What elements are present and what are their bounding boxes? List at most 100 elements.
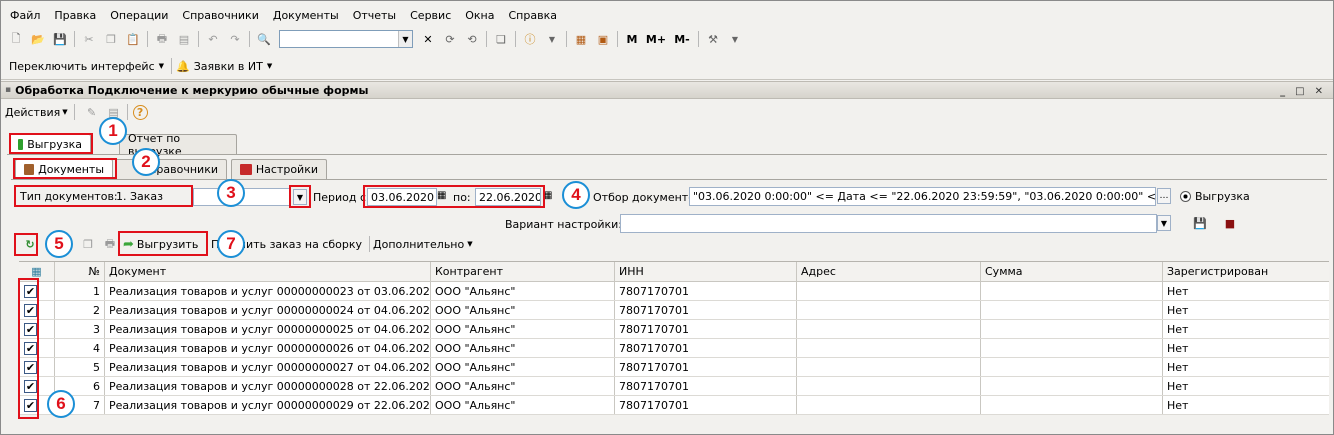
delete-settings-icon[interactable]: ■ (1222, 215, 1238, 231)
cell-contractor: ООО "Альянс" (431, 396, 615, 414)
table-row[interactable]: ✔ 6 Реализация товаров и услуг 00000000028… (19, 377, 1329, 396)
edit-icon[interactable]: ✎ (84, 104, 100, 120)
memory-plus-button[interactable]: M+ (646, 31, 666, 47)
tab-settings[interactable]: Настройки (231, 159, 327, 179)
it-requests-button[interactable]: Заявки в ИТ (194, 60, 263, 73)
save-icon[interactable]: 💾 (52, 31, 68, 47)
menu-catalogs[interactable]: Справочники (175, 9, 265, 22)
memory-m-button[interactable]: M (624, 31, 640, 47)
col-header-address[interactable]: Адрес (797, 262, 981, 281)
col-header-registered[interactable]: Зарегистрирован (1163, 262, 1329, 281)
cell-sum (981, 358, 1163, 376)
toolbar-separator (486, 31, 487, 47)
search-icon[interactable]: 🔍 (256, 31, 272, 47)
app-window: Файл Правка Операции Справочники Докумен… (0, 0, 1334, 435)
cell-address (797, 377, 981, 395)
col-header-number[interactable]: № (55, 262, 105, 281)
info-icon[interactable]: ⓘ (522, 31, 538, 47)
radio-icon[interactable] (1180, 191, 1191, 202)
open-folder-icon[interactable]: 📂 (30, 31, 46, 47)
find-prev-icon[interactable]: ⟲ (464, 31, 480, 47)
upload-radio[interactable]: Выгрузка (1180, 190, 1250, 203)
help-icon[interactable]: ? (132, 104, 148, 120)
col-header-sum[interactable]: Сумма (981, 262, 1163, 281)
preview-icon[interactable]: ▤ (176, 31, 192, 47)
find-next-icon[interactable]: ⟳ (442, 31, 458, 47)
menu-documents[interactable]: Документы (266, 9, 346, 22)
main-toolbar: 🗋 📂 💾 ✂ ❐ 📋 🖶 ▤ ↶ ↷ 🔍 ▼ ✕ ⟳ ⟲ ❏ ⓘ ▼ ▦ ▣ … (5, 28, 746, 50)
cell-registered: Нет (1167, 284, 1189, 298)
maximize-icon[interactable]: □ (1295, 86, 1304, 97)
menu-reports[interactable]: Отчеты (346, 9, 403, 22)
col-header-contractor[interactable]: Контрагент (431, 262, 615, 281)
table-row[interactable]: ✔ 4 Реализация товаров и услуг 00000000026… (19, 339, 1329, 358)
cut-icon[interactable]: ✂ (81, 31, 97, 47)
print-icon[interactable]: 🖶 (102, 236, 118, 252)
col-header-document[interactable]: Документ (105, 262, 431, 281)
cell-registered: Нет (1167, 322, 1189, 336)
variant-dropdown[interactable]: ▼ (1157, 215, 1171, 231)
search-input-text[interactable] (280, 31, 398, 47)
cell-address (797, 282, 981, 300)
menu-operations[interactable]: Операции (103, 9, 175, 22)
toolbar-separator (617, 31, 618, 47)
menu-windows[interactable]: Окна (458, 9, 501, 22)
close-icon[interactable]: ✕ (420, 31, 436, 47)
menu-edit[interactable]: Правка (47, 9, 103, 22)
actions-bar: Действия ▼ ✎ ▤ ? (5, 102, 151, 122)
menu-file[interactable]: Файл (3, 9, 47, 22)
highlight-box-doc-type (14, 185, 193, 207)
cell-sum (981, 339, 1163, 357)
table-row[interactable]: ✔ 2 Реализация товаров и услуг 00000000024… (19, 301, 1329, 320)
calculator-icon[interactable]: ▦ (573, 31, 589, 47)
minimize-icon[interactable]: _ (1280, 86, 1285, 97)
table-row[interactable]: ✔ 1 Реализация товаров и услуг 00000000023… (19, 282, 1329, 301)
highlight-box-refresh (14, 233, 38, 256)
chevron-down-icon[interactable]: ▼ (62, 108, 67, 116)
highlight-box-period (363, 185, 545, 208)
undo-icon[interactable]: ↶ (205, 31, 221, 47)
switch-interface-button[interactable]: Переключить интерфейс (9, 60, 155, 73)
tools-icon[interactable]: ⚒ (705, 31, 721, 47)
chevron-down-icon[interactable]: ▼ (267, 62, 272, 70)
new-document-icon[interactable]: 🗋 (8, 31, 24, 47)
save-settings-icon[interactable]: 💾 (1192, 215, 1208, 231)
annotation-badge: 2 (132, 148, 160, 176)
calendar-icon[interactable]: ▣ (595, 31, 611, 47)
table-row[interactable]: ✔ 3 Реализация товаров и услуг 00000000025… (19, 320, 1329, 339)
table-row[interactable]: ✔ 7 Реализация товаров и услуг 00000000029… (19, 396, 1329, 415)
table-row[interactable]: ✔ 5 Реализация товаров и услуг 00000000027… (19, 358, 1329, 377)
windows-icon[interactable]: ❏ (493, 31, 509, 47)
close-icon[interactable]: ✕ (1315, 86, 1323, 97)
selection-button[interactable]: … (1157, 188, 1171, 204)
highlight-box-dropdown (289, 185, 311, 208)
search-input[interactable]: ▼ (279, 30, 413, 48)
col-header-inn[interactable]: ИНН (615, 262, 797, 281)
copy-icon[interactable]: ❐ (103, 31, 119, 47)
redo-icon[interactable]: ↷ (227, 31, 243, 47)
chevron-down-icon[interactable]: ▼ (159, 62, 164, 70)
chevron-down-icon[interactable]: ▼ (544, 31, 560, 47)
menu-service[interactable]: Сервис (403, 9, 458, 22)
menu-help[interactable]: Справка (502, 9, 564, 22)
paste-icon[interactable]: 📋 (125, 31, 141, 47)
memory-minus-button[interactable]: M- (672, 31, 692, 47)
cell-address (797, 339, 981, 357)
cell-contractor: ООО "Альянс" (431, 339, 615, 357)
cell-address (797, 320, 981, 338)
chevron-down-icon[interactable]: ▼ (398, 31, 412, 47)
print-icon[interactable]: 🖶 (154, 31, 170, 47)
check-all-icon[interactable]: ▦ (31, 265, 41, 278)
cell-document: Реализация товаров и услуг 00000000024 о… (105, 301, 431, 319)
cell-sum (981, 301, 1163, 319)
toolbar-separator (74, 31, 75, 47)
more-menu[interactable]: Дополнительно ▼ (373, 235, 473, 253)
actions-menu[interactable]: Действия (5, 106, 60, 119)
variant-field[interactable] (620, 214, 1157, 233)
selection-field[interactable]: "03.06.2020 0:00:00" <= Дата <= "22.06.2… (689, 187, 1156, 206)
copy-rows-icon[interactable]: ❐ (80, 236, 96, 252)
cell-inn: 7807170701 (615, 396, 797, 414)
cell-inn: 7807170701 (615, 320, 797, 338)
divider (1, 79, 1333, 80)
chevron-down-icon[interactable]: ▼ (727, 31, 743, 47)
